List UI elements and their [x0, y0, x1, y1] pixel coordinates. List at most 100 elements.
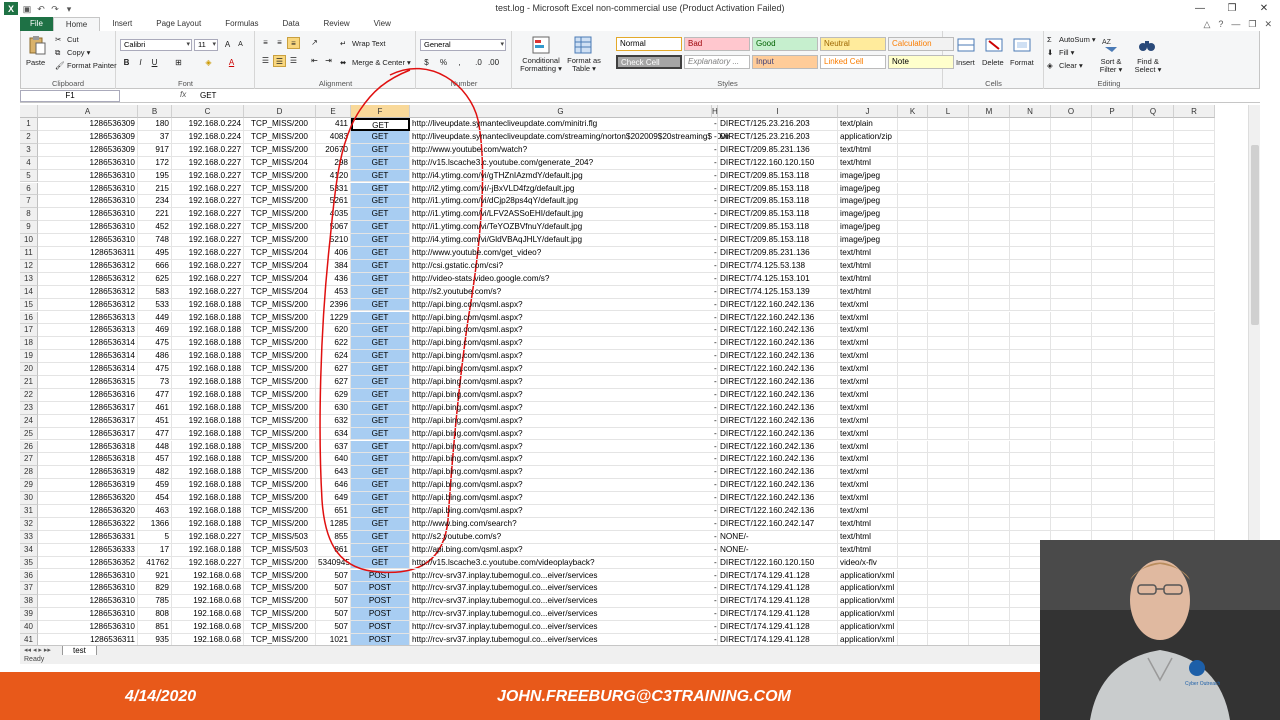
- cell-d36[interactable]: TCP_MISS/200: [244, 569, 316, 583]
- row-header[interactable]: 16: [20, 311, 38, 325]
- cell-g18[interactable]: http://api.bing.com/qsml.aspx?: [410, 337, 712, 351]
- cell-c3[interactable]: 192.168.0.227: [172, 143, 244, 157]
- cell-j4[interactable]: text/html: [838, 156, 898, 170]
- row-header[interactable]: 34: [20, 543, 38, 557]
- cell-d15[interactable]: TCP_MISS/200: [244, 298, 316, 312]
- cell-d5[interactable]: TCP_MISS/200: [244, 169, 316, 183]
- cell-l15[interactable]: [928, 298, 969, 312]
- delete-cells-icon[interactable]: [984, 35, 1004, 55]
- cell-f25[interactable]: GET: [351, 427, 410, 441]
- cell-i23[interactable]: DIRECT/122.160.242.136: [718, 401, 838, 415]
- cell-c38[interactable]: 192.168.0.68: [172, 595, 244, 609]
- number-format-dropdown[interactable]: General: [420, 39, 506, 51]
- cell-e37[interactable]: 507: [316, 582, 351, 596]
- cell-h9[interactable]: -: [712, 221, 718, 235]
- cell-r28[interactable]: [1174, 466, 1215, 480]
- cell-r3[interactable]: [1174, 143, 1215, 157]
- cell-b4[interactable]: 172: [138, 156, 172, 170]
- cell-a15[interactable]: 1286536312: [38, 298, 138, 312]
- cell-n32[interactable]: [1010, 517, 1051, 531]
- row-header[interactable]: 13: [20, 272, 38, 286]
- cell-c27[interactable]: 192.168.0.188: [172, 453, 244, 467]
- cell-p20[interactable]: [1092, 363, 1133, 376]
- cell-d30[interactable]: TCP_MISS/200: [244, 492, 316, 505]
- tab-page-layout[interactable]: Page Layout: [144, 17, 213, 31]
- cell-o8[interactable]: [1051, 208, 1092, 222]
- cell-g13[interactable]: http://video-stats.video.google.com/s?: [410, 273, 712, 286]
- cell-n10[interactable]: [1010, 234, 1051, 247]
- cell-j29[interactable]: text/xml: [838, 479, 898, 493]
- style-good[interactable]: Good: [752, 37, 818, 51]
- cell-i2[interactable]: DIRECT/125.23.216.203: [718, 130, 838, 144]
- cell-q31[interactable]: [1133, 505, 1174, 518]
- cell-q5[interactable]: [1133, 169, 1174, 183]
- cell-l37[interactable]: [928, 582, 969, 596]
- align-left-icon[interactable]: ☰: [259, 55, 272, 67]
- format-as-table-icon[interactable]: [573, 35, 593, 55]
- cell-h14[interactable]: -: [712, 285, 718, 299]
- cell-f31[interactable]: GET: [351, 505, 410, 518]
- row-header[interactable]: 38: [20, 595, 38, 609]
- format-cells-icon[interactable]: [1012, 35, 1032, 55]
- cell-j34[interactable]: text/html: [838, 543, 898, 557]
- tab-view[interactable]: View: [362, 17, 403, 31]
- style-check-cell[interactable]: Check Cell: [616, 55, 682, 69]
- cell-b11[interactable]: 495: [138, 247, 172, 260]
- cell-e35[interactable]: 5340945: [316, 556, 351, 570]
- binoculars-icon[interactable]: [1137, 35, 1157, 55]
- cell-n24[interactable]: [1010, 414, 1051, 428]
- find-select-button[interactable]: Find & Select ▾: [1131, 58, 1165, 74]
- italic-icon[interactable]: I: [134, 57, 147, 69]
- row-header[interactable]: 32: [20, 517, 38, 531]
- cell-k40[interactable]: [898, 621, 928, 634]
- cell-c41[interactable]: 192.168.0.68: [172, 634, 244, 645]
- cell-i14[interactable]: DIRECT/74.125.153.139: [718, 285, 838, 299]
- cell-o5[interactable]: [1051, 169, 1092, 183]
- cell-h19[interactable]: -: [712, 350, 718, 364]
- cell-b6[interactable]: 215: [138, 182, 172, 196]
- cell-h33[interactable]: -: [712, 530, 718, 544]
- cell-a34[interactable]: 1286536333: [38, 543, 138, 557]
- cell-m22[interactable]: [969, 388, 1010, 402]
- column-header-o[interactable]: O: [1051, 105, 1092, 118]
- cell-a24[interactable]: 1286536317: [38, 414, 138, 428]
- cell-b1[interactable]: 180: [138, 118, 172, 131]
- cell-n17[interactable]: [1010, 324, 1051, 338]
- cell-b40[interactable]: 851: [138, 621, 172, 634]
- cell-k17[interactable]: [898, 324, 928, 338]
- cell-a38[interactable]: 1286536310: [38, 595, 138, 609]
- cell-f40[interactable]: POST: [351, 621, 410, 634]
- cell-m6[interactable]: [969, 182, 1010, 196]
- cell-a16[interactable]: 1286536313: [38, 311, 138, 325]
- cell-c23[interactable]: 192.168.0.188: [172, 401, 244, 415]
- format-painter-button[interactable]: 🖌 Format Painter: [55, 61, 117, 71]
- cell-l17[interactable]: [928, 324, 969, 338]
- cell-g16[interactable]: http://api.bing.com/qsml.aspx?: [410, 312, 712, 325]
- cell-l19[interactable]: [928, 350, 969, 364]
- cell-l32[interactable]: [928, 517, 969, 531]
- cell-q3[interactable]: [1133, 143, 1174, 157]
- cell-m31[interactable]: [969, 505, 1010, 518]
- cell-r25[interactable]: [1174, 427, 1215, 441]
- cell-k21[interactable]: [898, 376, 928, 389]
- cell-k29[interactable]: [898, 479, 928, 493]
- cell-k19[interactable]: [898, 350, 928, 364]
- cell-a10[interactable]: 1286536310: [38, 234, 138, 247]
- paste-button[interactable]: Paste: [26, 58, 45, 67]
- cell-b13[interactable]: 625: [138, 272, 172, 286]
- cell-n27[interactable]: [1010, 453, 1051, 467]
- cell-o28[interactable]: [1051, 466, 1092, 480]
- cell-d28[interactable]: TCP_MISS/200: [244, 466, 316, 480]
- cell-c22[interactable]: 192.168.0.188: [172, 388, 244, 402]
- cell-f26[interactable]: GET: [351, 440, 410, 454]
- cell-l38[interactable]: [928, 595, 969, 609]
- cell-d27[interactable]: TCP_MISS/200: [244, 453, 316, 467]
- cell-c26[interactable]: 192.168.0.188: [172, 440, 244, 454]
- cell-q26[interactable]: [1133, 440, 1174, 454]
- cell-m33[interactable]: [969, 530, 1010, 544]
- cell-m8[interactable]: [969, 208, 1010, 222]
- cell-d18[interactable]: TCP_MISS/200: [244, 337, 316, 351]
- cell-l16[interactable]: [928, 311, 969, 325]
- cell-k36[interactable]: [898, 569, 928, 583]
- cell-j28[interactable]: text/xml: [838, 466, 898, 480]
